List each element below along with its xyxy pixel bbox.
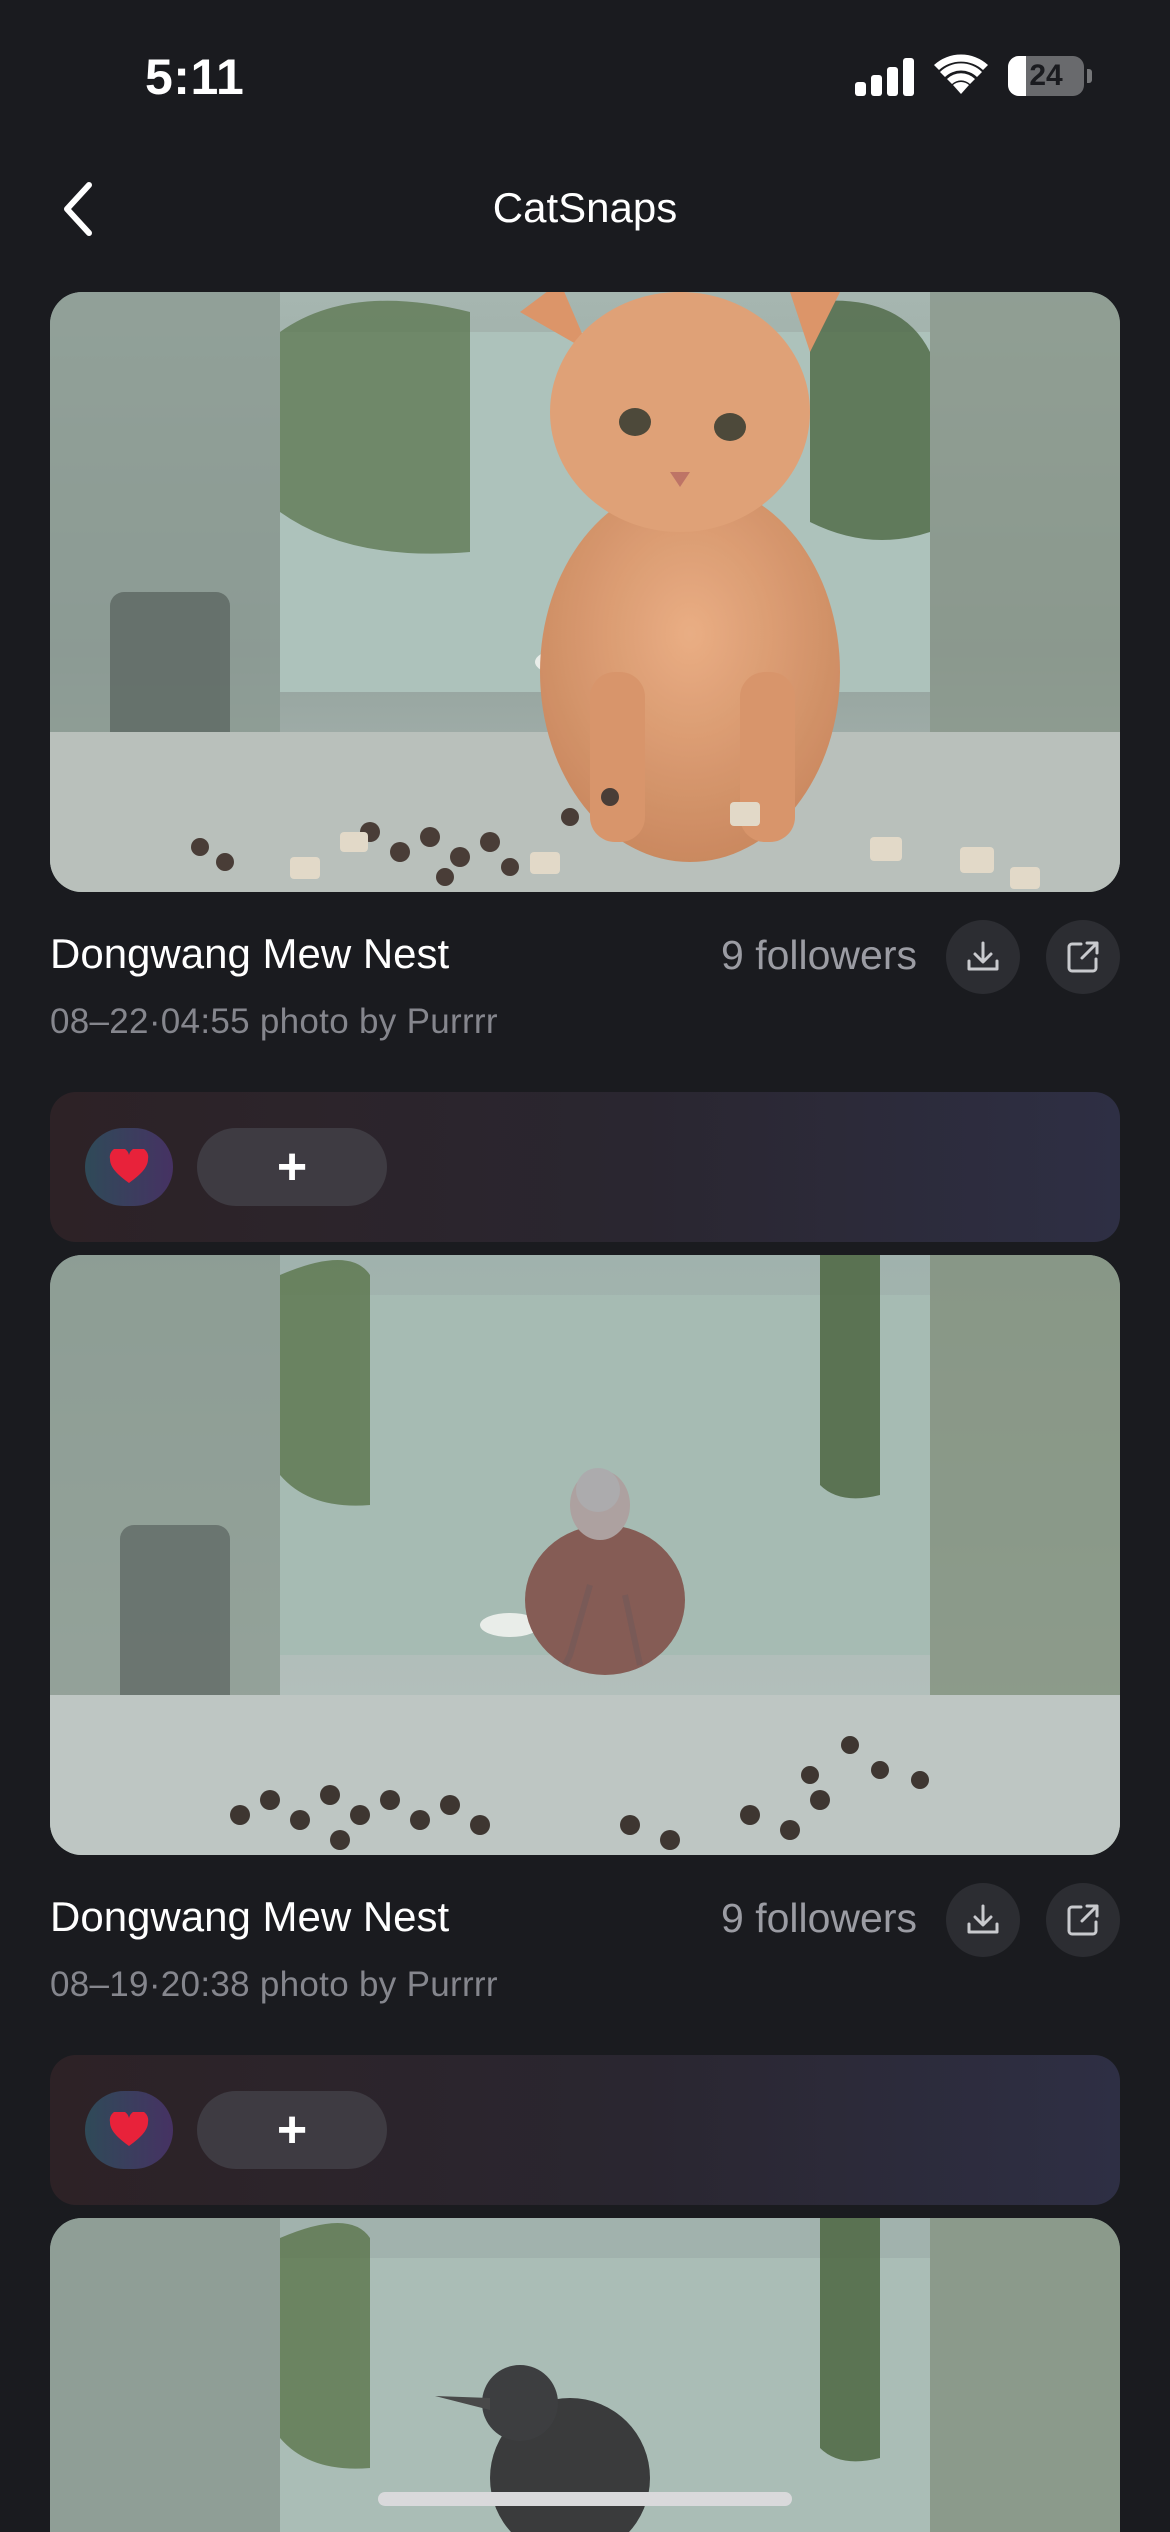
post-photo[interactable]: [50, 1255, 1120, 1855]
download-button[interactable]: [946, 920, 1020, 994]
followers-count: 9 followers: [721, 1895, 917, 1941]
post-info: Dongwang Mew Nest 9 followers 08–22·04:5…: [50, 892, 1120, 1092]
followers-count: 9 followers: [721, 932, 917, 978]
post-card: Dongwang Mew Nest 9 followers 08–19·20:3…: [50, 1255, 1120, 2205]
status-time: 5:11: [145, 49, 245, 105]
nav-bar: CatSnaps: [0, 160, 1170, 256]
reaction-bar: +: [50, 2055, 1120, 2205]
share-button[interactable]: [1046, 920, 1120, 994]
post-card: Dongwang Mew Nest 9 followers 08–22·04:5…: [50, 292, 1120, 1242]
battery-icon: 24: [1008, 56, 1092, 96]
battery-level: 24: [1029, 59, 1063, 92]
share-icon: [1067, 941, 1099, 973]
heart-icon: [109, 2112, 149, 2146]
post-photo[interactable]: [50, 292, 1120, 892]
share-icon: [1067, 1904, 1099, 1936]
chevron-left-icon: [64, 182, 92, 236]
download-button[interactable]: [946, 1883, 1020, 1957]
feeder-name[interactable]: Dongwang Mew Nest: [50, 1893, 449, 1941]
page-title: CatSnaps: [492, 184, 678, 231]
add-reaction-button[interactable]: +: [197, 2091, 387, 2169]
heart-reaction-button[interactable]: [85, 2091, 173, 2169]
add-reaction-button[interactable]: +: [197, 1128, 387, 1206]
heart-icon: [109, 1149, 149, 1183]
reaction-bar: +: [50, 1092, 1120, 1242]
download-icon: [967, 1904, 999, 1934]
photo-meta: 08–19·20:38 photo by Purrrr: [50, 1965, 498, 2004]
heart-reaction-button[interactable]: [85, 1128, 173, 1206]
wifi-icon: [934, 52, 988, 96]
home-indicator[interactable]: [378, 2492, 792, 2506]
cellular-signal-icon: [855, 58, 915, 96]
post-photo[interactable]: [50, 2218, 1120, 2532]
download-icon: [967, 941, 999, 971]
post-info: Dongwang Mew Nest 9 followers 08–19·20:3…: [50, 1855, 1120, 2055]
feeder-name[interactable]: Dongwang Mew Nest: [50, 930, 449, 978]
photo-meta: 08–22·04:55 photo by Purrrr: [50, 1002, 498, 1041]
back-button[interactable]: [44, 174, 114, 244]
status-bar: 5:11 24: [0, 0, 1170, 150]
share-button[interactable]: [1046, 1883, 1120, 1957]
post-card: [50, 2218, 1120, 2532]
